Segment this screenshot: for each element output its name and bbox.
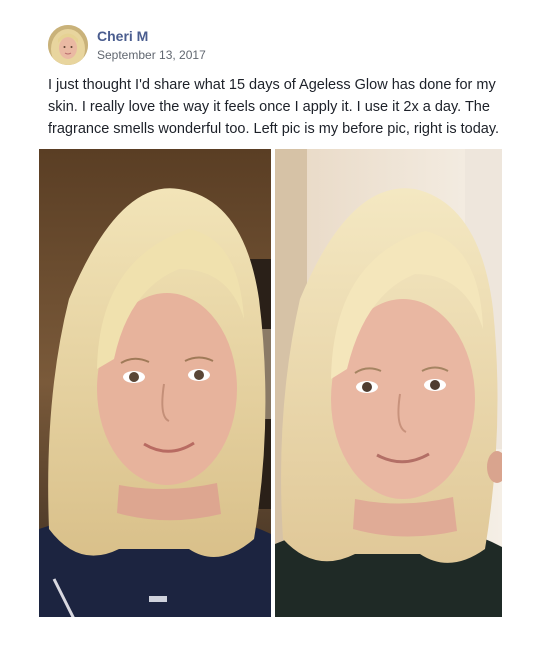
- author-name[interactable]: Cheri M: [97, 28, 148, 44]
- testimonial-post: Cheri M September 13, 2017 I just though…: [0, 0, 534, 646]
- photo-collage[interactable]: [39, 149, 502, 617]
- avatar-image: [48, 25, 88, 65]
- today-photo[interactable]: [275, 149, 502, 617]
- before-photo[interactable]: [39, 149, 271, 617]
- post-date[interactable]: September 13, 2017: [97, 48, 206, 62]
- author-avatar[interactable]: [48, 25, 88, 65]
- post-text: I just thought I'd share what 15 days of…: [48, 77, 500, 137]
